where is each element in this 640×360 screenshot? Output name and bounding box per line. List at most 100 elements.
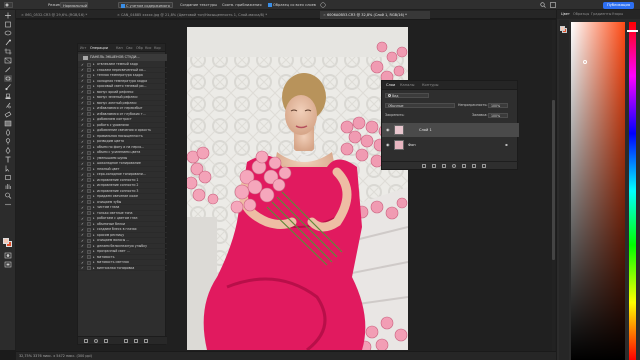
- mode-dropdown[interactable]: Нормальный: [60, 2, 88, 8]
- screen-mode-icon[interactable]: [4, 261, 12, 268]
- tab-actions[interactable]: Операции: [90, 44, 108, 52]
- tool-preset-icon[interactable]: [4, 2, 13, 8]
- toggle-check-icon[interactable]: ✓: [81, 151, 85, 155]
- hue-slider[interactable]: [629, 22, 636, 360]
- toggle-check-icon[interactable]: ✓: [81, 101, 85, 105]
- new-set-icon[interactable]: [124, 339, 128, 343]
- publish-button[interactable]: Публикация: [603, 1, 634, 9]
- document-tab[interactable]: ×CAN_04885 xxxxx.jpg @ 21,8% (Цветовой т…: [114, 11, 319, 19]
- dialog-toggle-icon[interactable]: [87, 172, 91, 177]
- foreground-color-swatch[interactable]: [3, 238, 9, 244]
- visibility-eye-icon[interactable]: ◉: [386, 142, 391, 147]
- layer-row[interactable]: ◉ Фон ▪: [382, 138, 519, 152]
- close-icon[interactable]: ×: [21, 13, 24, 17]
- mask-icon[interactable]: [442, 164, 446, 168]
- dialog-toggle-icon[interactable]: [87, 249, 91, 254]
- toggle-check-icon[interactable]: ✓: [81, 107, 85, 111]
- photo-canvas[interactable]: [187, 27, 408, 350]
- pen-tool-icon[interactable]: [4, 147, 12, 154]
- toggle-check-icon[interactable]: ✓: [81, 74, 85, 78]
- dialog-toggle-icon[interactable]: [87, 90, 91, 94]
- fx-icon[interactable]: [432, 164, 436, 168]
- dialog-toggle-icon[interactable]: [87, 106, 91, 111]
- dialog-toggle-icon[interactable]: [87, 117, 91, 122]
- toggle-check-icon[interactable]: ✓: [81, 90, 85, 94]
- document-tab-active[interactable]: ×6006A0B53.CR3 @ 32,8% (Слой 1, RGB/16) …: [320, 11, 430, 19]
- eyedropper-icon[interactable]: [4, 66, 12, 73]
- toggle-check-icon[interactable]: ✓: [81, 222, 85, 226]
- toggle-check-icon[interactable]: ✓: [81, 233, 85, 237]
- toggle-check-icon[interactable]: ✓: [81, 228, 85, 232]
- dialog-toggle-icon[interactable]: [87, 84, 91, 89]
- dialog-toggle-icon[interactable]: [87, 205, 91, 210]
- artboard-tool-icon[interactable]: [4, 21, 12, 28]
- toggle-check-icon[interactable]: ✓: [81, 112, 85, 116]
- tab-patterns[interactable]: Узоры: [612, 10, 623, 19]
- proximity-match-option[interactable]: Соотв. приближения: [222, 2, 262, 8]
- fill-input[interactable]: 100%: [488, 113, 508, 118]
- delete-layer-icon[interactable]: [482, 164, 486, 168]
- toggle-check-icon[interactable]: ✓: [81, 244, 85, 248]
- dialog-toggle-icon[interactable]: [87, 183, 91, 188]
- toggle-check-icon[interactable]: ✓: [81, 178, 85, 182]
- toggle-check-icon[interactable]: ✓: [81, 123, 85, 127]
- toggle-check-icon[interactable]: ✓: [81, 63, 85, 67]
- path-select-icon[interactable]: [4, 165, 12, 172]
- crop-tool-icon[interactable]: [4, 48, 12, 55]
- dialog-toggle-icon[interactable]: [87, 194, 91, 199]
- document-tab[interactable]: ×IMG_0532.CR3 @ 29,6% (RGB/16) *: [18, 11, 113, 19]
- new-layer-icon[interactable]: [472, 164, 476, 168]
- close-icon[interactable]: ×: [117, 13, 120, 17]
- toggle-check-icon[interactable]: ✓: [81, 239, 85, 243]
- dialog-toggle-icon[interactable]: [87, 167, 91, 171]
- toggle-check-icon[interactable]: ✓: [81, 118, 85, 122]
- dialog-toggle-icon[interactable]: [87, 216, 91, 221]
- toggle-check-icon[interactable]: ✓: [81, 134, 85, 138]
- lock-icon[interactable]: ▪: [505, 142, 509, 147]
- tab-correction[interactable]: Кор: [154, 44, 161, 52]
- dialog-toggle-icon[interactable]: [87, 156, 91, 160]
- toggle-check-icon[interactable]: ✓: [81, 261, 85, 265]
- action-set-folder[interactable]: ПАНЕЛЬ ЭКШЕНОВ СТУДИ...: [78, 54, 167, 61]
- dialog-toggle-icon[interactable]: [87, 79, 91, 83]
- healing-brush-icon[interactable]: [4, 75, 12, 82]
- tab-history[interactable]: Ист: [80, 44, 86, 52]
- toggle-check-icon[interactable]: ✓: [81, 162, 85, 166]
- color-field[interactable]: [571, 22, 625, 360]
- toggle-check-icon[interactable]: ✓: [81, 156, 85, 160]
- dialog-toggle-icon[interactable]: [87, 101, 91, 105]
- toggle-check-icon[interactable]: ✓: [81, 206, 85, 210]
- dialog-toggle-icon[interactable]: [87, 200, 91, 204]
- scrollbar-thumb[interactable]: [552, 100, 555, 260]
- toggle-check-icon[interactable]: ✓: [81, 195, 85, 199]
- toggle-check-icon[interactable]: ✓: [81, 217, 85, 221]
- toggle-check-icon[interactable]: ✓: [81, 85, 85, 89]
- dialog-toggle-icon[interactable]: [87, 233, 91, 237]
- dialog-toggle-icon[interactable]: [87, 68, 91, 72]
- hand-tool-icon[interactable]: [4, 183, 12, 190]
- tab-samples[interactable]: Обр: [136, 44, 143, 52]
- workspace-icon[interactable]: [550, 2, 556, 8]
- clone-stamp-icon[interactable]: [4, 93, 12, 100]
- toggle-check-icon[interactable]: ✓: [81, 189, 85, 193]
- history-brush-icon[interactable]: [4, 102, 12, 109]
- hue-slider-handle[interactable]: [627, 30, 638, 32]
- lasso-tool-icon[interactable]: [4, 30, 12, 37]
- toggle-check-icon[interactable]: ✓: [81, 250, 85, 254]
- dialog-toggle-icon[interactable]: [87, 145, 91, 149]
- dialog-toggle-icon[interactable]: [87, 238, 91, 243]
- dialog-toggle-icon[interactable]: [87, 150, 91, 155]
- type-tool-icon[interactable]: [4, 156, 12, 163]
- toggle-check-icon[interactable]: ✓: [81, 211, 85, 215]
- dialog-toggle-icon[interactable]: [87, 73, 91, 78]
- create-texture-option[interactable]: Создание текстуры: [180, 2, 217, 8]
- dialog-toggle-icon[interactable]: [87, 255, 91, 259]
- stop-icon[interactable]: [84, 339, 88, 343]
- search-icon[interactable]: [540, 2, 546, 8]
- eraser-icon[interactable]: [4, 111, 12, 118]
- rectangle-tool-icon[interactable]: [4, 174, 12, 181]
- sample-all-layers-option[interactable]: Образец со всех слоев: [268, 2, 316, 8]
- blur-tool-icon[interactable]: [4, 129, 12, 136]
- dialog-toggle-icon[interactable]: [87, 112, 91, 116]
- dialog-toggle-icon[interactable]: [87, 95, 91, 100]
